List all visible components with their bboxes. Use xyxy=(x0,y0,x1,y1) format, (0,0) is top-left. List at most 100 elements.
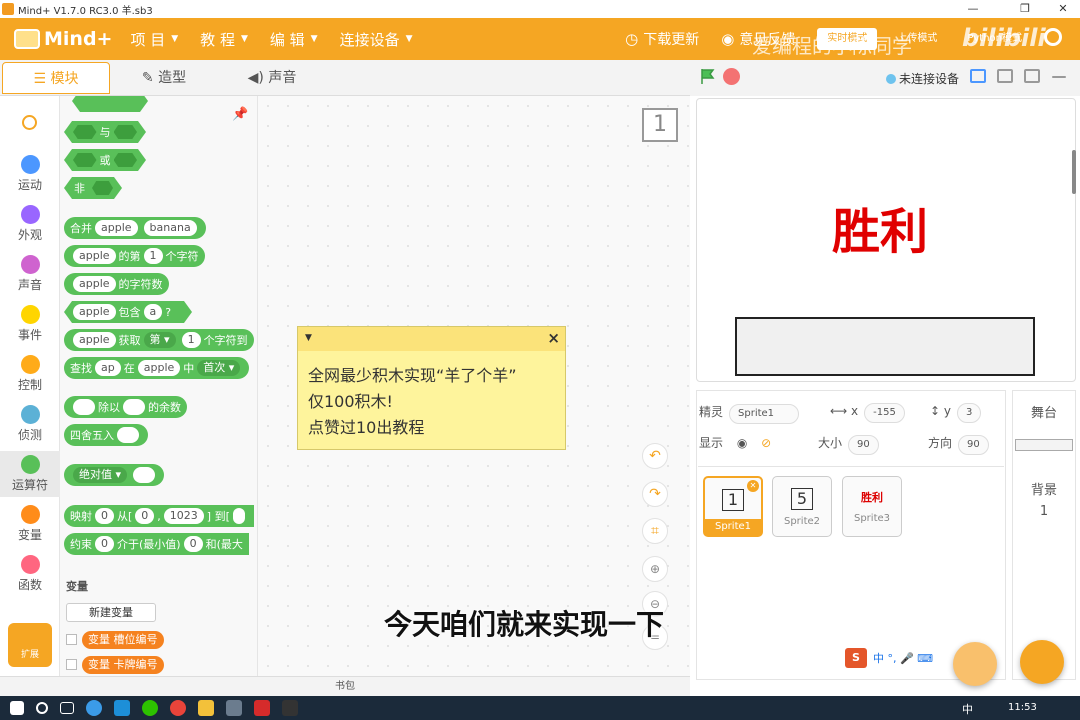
block-or[interactable]: 或 xyxy=(64,149,146,171)
tab-sounds[interactable]: ◀) 声音 xyxy=(218,62,326,94)
block-constrain[interactable]: 约束 0 介于(最小值) 0 和(最大 xyxy=(64,533,249,555)
block-round[interactable]: 四舍五入 xyxy=(64,424,148,446)
y-input[interactable]: 3 xyxy=(956,403,982,423)
search-icon[interactable] xyxy=(36,702,48,714)
stage-label: 舞台 xyxy=(1030,406,1057,421)
chevron-down-icon: ▼ xyxy=(240,34,248,44)
category-5[interactable]: 控制 xyxy=(0,351,60,397)
pin-icon[interactable]: 📌 xyxy=(232,107,248,122)
assistant-button[interactable] xyxy=(953,642,997,686)
category-6[interactable]: 侦测 xyxy=(0,401,60,447)
block-get-substring[interactable]: apple 获取第 ▾ 1 个字符到 xyxy=(64,329,254,351)
menu-connect-device[interactable]: 连接设备 ▼ xyxy=(340,29,413,50)
block-length[interactable]: apple 的字符数 xyxy=(64,273,169,295)
undo-icon[interactable]: ↶ xyxy=(642,443,668,469)
variable-slot-number[interactable]: 变量 槽位编号 xyxy=(82,631,164,649)
connection-status: 未连接设备 xyxy=(886,70,959,87)
folder-icon[interactable] xyxy=(198,700,214,716)
cleanup-icon[interactable]: ⌗ xyxy=(642,518,668,544)
category-3[interactable]: 声音 xyxy=(0,251,60,297)
chrome-icon[interactable] xyxy=(170,700,186,716)
tab-costumes[interactable]: ✎ 造型 xyxy=(110,62,218,94)
blocks-icon: ☰ xyxy=(33,71,51,87)
layout-normal-icon[interactable] xyxy=(997,69,1013,83)
add-backdrop-button[interactable] xyxy=(1020,640,1064,684)
backpack-bar[interactable]: 书包 xyxy=(0,676,690,696)
search-icon[interactable] xyxy=(22,115,37,130)
delete-icon[interactable]: ✕ xyxy=(747,480,759,492)
redo-icon[interactable]: ↷ xyxy=(642,481,668,507)
mindplus-logo: Mind+ xyxy=(14,28,112,50)
green-flag-icon[interactable] xyxy=(700,68,716,84)
sogou-icon: S xyxy=(845,648,867,668)
brush-icon: ✎ xyxy=(141,70,159,86)
category-label: 变量 xyxy=(17,528,42,542)
block-contains[interactable]: apple 包含 a? xyxy=(64,301,192,323)
block-and[interactable]: 与 xyxy=(64,121,146,143)
robot-icon xyxy=(14,29,40,49)
menu-edit[interactable]: 编 辑 ▼ xyxy=(270,29,318,50)
menu-project[interactable]: 项 目 ▼ xyxy=(130,29,178,50)
category-7[interactable]: 运算符 xyxy=(0,451,60,497)
zoom-in-icon[interactable]: ⊕ xyxy=(642,556,668,582)
block-join[interactable]: 合并 apple banana xyxy=(64,217,206,239)
variable-card-number[interactable]: 变量 卡牌编号 xyxy=(82,656,164,674)
menu-tutorial[interactable]: 教 程 ▼ xyxy=(200,29,248,50)
category-4[interactable]: 事件 xyxy=(0,301,60,347)
fullscreen-icon[interactable] xyxy=(1052,76,1066,78)
eye-hidden-icon[interactable]: ⊘ xyxy=(761,436,771,450)
windows-start-icon[interactable] xyxy=(10,701,24,715)
backdrop-label: 背景 xyxy=(1030,483,1057,498)
collapse-icon[interactable]: ▼ xyxy=(305,333,312,343)
layout-large-icon[interactable] xyxy=(1024,69,1040,83)
close-button[interactable]: ✕ xyxy=(1048,0,1078,18)
task-view-icon[interactable] xyxy=(60,702,74,714)
maximize-button[interactable]: ❐ xyxy=(1010,0,1040,18)
scrollbar[interactable] xyxy=(1072,150,1076,194)
sprite-tile-sprite1[interactable]: ✕ 1 Sprite1 xyxy=(703,476,763,537)
close-icon[interactable]: × xyxy=(547,329,560,347)
category-8[interactable]: 变量 xyxy=(0,501,60,547)
eye-icon[interactable]: ◉ xyxy=(737,436,747,450)
taskbar-ime[interactable]: 中 xyxy=(962,701,973,717)
block-letter-of[interactable]: apple 的第 1 个字符 xyxy=(64,245,205,267)
terminal-icon[interactable] xyxy=(282,700,298,716)
sprite-name-input[interactable]: Sprite1 xyxy=(729,404,800,424)
mindplus-taskbar-icon[interactable] xyxy=(226,700,242,716)
comment-header[interactable]: ▼ × xyxy=(298,327,565,351)
stop-button[interactable] xyxy=(723,68,740,85)
category-1[interactable]: 运动 xyxy=(0,151,60,197)
tab-blocks[interactable]: ☰ 模块 xyxy=(2,62,110,94)
block-abs[interactable]: 绝对值 ▾ xyxy=(64,464,165,486)
wechat-icon[interactable] xyxy=(142,700,158,716)
category-9[interactable]: 函数 xyxy=(0,551,60,597)
edge-icon[interactable] xyxy=(114,700,130,716)
gear-icon[interactable] xyxy=(1044,28,1062,46)
taskbar-clock: 11:53 xyxy=(1008,702,1037,713)
new-variable-button[interactable]: 新建变量 xyxy=(66,603,156,622)
wps-icon[interactable] xyxy=(254,700,270,716)
app-icon xyxy=(2,3,14,15)
comment-body[interactable]: 全网最少积木实现“羊了个羊” 仅100积木! 点赞过10出教程 xyxy=(298,351,565,453)
category-2[interactable]: 外观 xyxy=(0,201,60,247)
direction-input[interactable]: 90 xyxy=(958,435,989,455)
minimize-button[interactable]: — xyxy=(958,0,988,18)
block-find[interactable]: 查找 ap 在 apple 中首次 ▾ xyxy=(64,357,250,379)
size-input[interactable]: 90 xyxy=(848,435,879,455)
layout-small-icon[interactable] xyxy=(970,69,986,83)
variable-checkbox[interactable] xyxy=(66,659,77,670)
block-partial[interactable] xyxy=(72,96,148,112)
extension-button[interactable]: 扩展 xyxy=(8,623,52,667)
windows-taskbar: 中 11:53 xyxy=(0,696,1080,720)
x-input[interactable]: -155 xyxy=(864,403,905,423)
sprite-tile-sprite3[interactable]: 胜利 Sprite3 xyxy=(842,476,902,537)
download-update-button[interactable]: ◷ 下载更新 xyxy=(625,29,699,49)
sprite-tile-sprite2[interactable]: 5 Sprite2 xyxy=(772,476,832,537)
app-icon[interactable] xyxy=(86,700,102,716)
comment-note[interactable]: ▼ × 全网最少积木实现“羊了个羊” 仅100积木! 点赞过10出教程 xyxy=(297,326,566,450)
block-mod[interactable]: 除以 的余数 xyxy=(64,396,187,418)
block-map[interactable]: 映射 0 从[0, 1023] 到[ xyxy=(64,505,254,527)
variable-checkbox[interactable] xyxy=(66,634,77,645)
block-not[interactable]: 非 xyxy=(64,177,122,199)
stage-panel[interactable]: 舞台 背景 1 xyxy=(1012,390,1076,680)
